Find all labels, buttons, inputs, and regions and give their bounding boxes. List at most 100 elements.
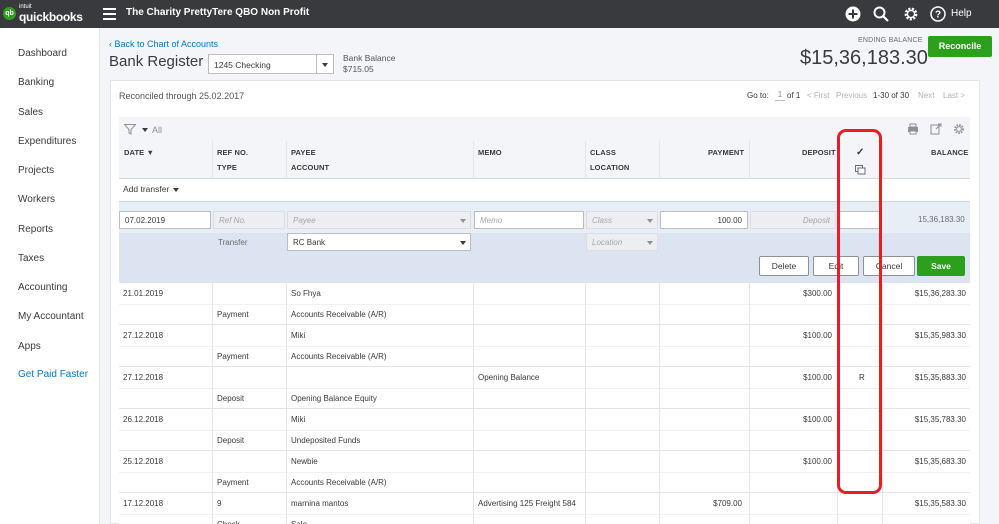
sidebar-item-apps[interactable]: Apps <box>18 341 41 352</box>
back-to-chart-link[interactable]: ‹ Back to Chart of Accounts <box>109 39 218 49</box>
row-type: Payment <box>217 310 249 319</box>
pager-last[interactable]: Last > <box>943 91 965 100</box>
sidebar-item-banking[interactable]: Banking <box>18 77 54 88</box>
row-balance: $15,35,883.30 <box>914 373 966 382</box>
company-name: The Charity PrettyTere QBO Non Profit <box>126 7 310 18</box>
row-balance: $15,35,783.30 <box>914 415 966 424</box>
save-button[interactable]: Save <box>917 256 965 276</box>
row-payee: Newbie <box>291 457 318 466</box>
row-date: 25.12.2018 <box>123 457 164 466</box>
column-header-ref-no: REF NO. <box>217 148 249 157</box>
sidebar-item-dashboard[interactable]: Dashboard <box>18 48 67 59</box>
row-type: Payment <box>217 478 249 487</box>
payee-field[interactable]: Payee <box>287 211 471 229</box>
row-payee: marnina mantos <box>291 499 349 508</box>
table-row[interactable]: 17.12.2018 9 Check marnina mantos Sale Advert… <box>119 493 970 524</box>
row-account: Accounts Receivable (A/R) <box>291 478 387 487</box>
deposit-field[interactable]: Deposit <box>750 211 836 229</box>
sidebar-item-expenditures[interactable]: Expenditures <box>18 136 76 147</box>
gear-icon[interactable] <box>903 6 919 22</box>
row-deposit: $100.00 <box>803 415 832 424</box>
payment-field[interactable]: 100.00 <box>660 211 748 229</box>
pager-previous[interactable]: Previous <box>836 91 867 100</box>
row-ref-no: 9 <box>217 499 222 508</box>
account-select[interactable]: 1245 Checking <box>208 54 334 74</box>
page-title: Bank Register <box>109 53 204 70</box>
edit-type-value: Transfer <box>218 238 248 247</box>
row-type: Check <box>217 520 240 524</box>
help-label[interactable]: Help <box>951 8 972 19</box>
chevron-down-icon[interactable] <box>316 55 333 73</box>
column-header-payment: PAYMENT <box>708 148 745 157</box>
row-memo: Opening Balance <box>478 373 540 382</box>
help-icon[interactable]: ? <box>930 6 946 22</box>
pager-page-input[interactable]: 1 <box>775 88 785 101</box>
sidebar-item-my-accountant[interactable]: My Accountant <box>18 311 84 322</box>
column-header-payee: PAYEE <box>291 148 316 157</box>
filter-all-label[interactable]: All <box>152 125 162 135</box>
column-header-location: LOCATION <box>590 163 630 172</box>
column-header-deposit: DEPOSIT <box>802 148 836 157</box>
row-account: Undeposited Funds <box>291 436 361 445</box>
pager-next[interactable]: Next <box>918 91 934 100</box>
sidebar-item-accounting[interactable]: Accounting <box>18 282 67 293</box>
date-field[interactable]: 07.02.2019 <box>119 211 211 229</box>
row-payee: Miki <box>291 415 306 424</box>
filter-icon[interactable] <box>124 124 136 135</box>
row-memo: Advertising 125 Freight 584 <box>478 499 576 508</box>
print-icon[interactable] <box>907 123 919 135</box>
memo-field[interactable]: Memo <box>474 211 584 229</box>
column-header-balance: BALANCE <box>931 148 969 157</box>
row-date: 21.01.2019 <box>123 289 164 298</box>
menu-icon[interactable] <box>103 8 116 20</box>
row-payee: Miki <box>291 331 306 340</box>
account-field[interactable]: RC Bank <box>287 233 471 251</box>
bank-balance-value: $715.05 <box>343 64 374 74</box>
search-icon[interactable] <box>873 6 889 22</box>
bank-balance-label: Bank Balance <box>343 53 396 63</box>
row-deposit: $100.00 <box>803 331 832 340</box>
delete-button[interactable]: Delete <box>759 256 809 276</box>
add-transfer-dropdown[interactable]: Add transfer <box>123 184 169 194</box>
settings-icon[interactable] <box>953 123 965 135</box>
row-account: Sale <box>291 520 307 524</box>
row-account: Opening Balance Equity <box>291 394 377 403</box>
ref-no-field[interactable]: Ref No. <box>213 211 285 229</box>
row-balance: $15,35,583.30 <box>914 499 966 508</box>
row-date: 27.12.2018 <box>123 373 164 382</box>
annotation-highlight-box <box>837 129 882 494</box>
account-select-value: 1245 Checking <box>214 60 271 70</box>
chevron-down-icon[interactable] <box>173 188 179 192</box>
edit-balance-value: 15,36,183.30 <box>918 215 965 224</box>
export-icon[interactable] <box>930 123 942 135</box>
pager-first[interactable]: < First <box>807 91 829 100</box>
class-field[interactable]: Class <box>586 211 658 229</box>
sidebar-item-reports[interactable]: Reports <box>18 224 53 235</box>
sidebar-item-projects[interactable]: Projects <box>18 165 54 176</box>
filter-caret-icon[interactable] <box>142 128 148 132</box>
ending-balance-value: $15,36,183.30 <box>800 47 928 69</box>
top-bar: qb intuit quickbooks The Charity PrettyT… <box>0 0 999 28</box>
back-link-label: Back to Chart of Accounts <box>114 39 219 49</box>
column-header-type: TYPE <box>217 163 237 172</box>
reconcile-button[interactable]: Reconcile <box>928 36 992 57</box>
row-balance: $15,35,983.30 <box>914 331 966 340</box>
sidebar-item-workers[interactable]: Workers <box>18 194 55 205</box>
plus-icon[interactable] <box>845 6 861 22</box>
sidebar-item-sales[interactable]: Sales <box>18 107 43 118</box>
sidebar-item-get-paid-faster[interactable]: Get Paid Faster <box>18 369 88 380</box>
column-header-account: ACCOUNT <box>291 163 330 172</box>
row-deposit: $100.00 <box>803 457 832 466</box>
row-date: 17.12.2018 <box>123 499 164 508</box>
row-type: Deposit <box>217 436 245 445</box>
sidebar-item-taxes[interactable]: Taxes <box>18 253 44 264</box>
quickbooks-logo[interactable]: qb intuit quickbooks <box>3 4 87 24</box>
row-account: Accounts Receivable (A/R) <box>291 310 387 319</box>
row-account: Accounts Receivable (A/R) <box>291 352 387 361</box>
location-field[interactable]: Location <box>586 233 658 251</box>
row-deposit: $100.00 <box>803 373 832 382</box>
column-header-date[interactable]: DATE ▼ <box>124 148 154 157</box>
row-type: Payment <box>217 352 249 361</box>
logo-quickbooks-text: quickbooks <box>19 10 83 24</box>
row-date: 26.12.2018 <box>123 415 164 424</box>
